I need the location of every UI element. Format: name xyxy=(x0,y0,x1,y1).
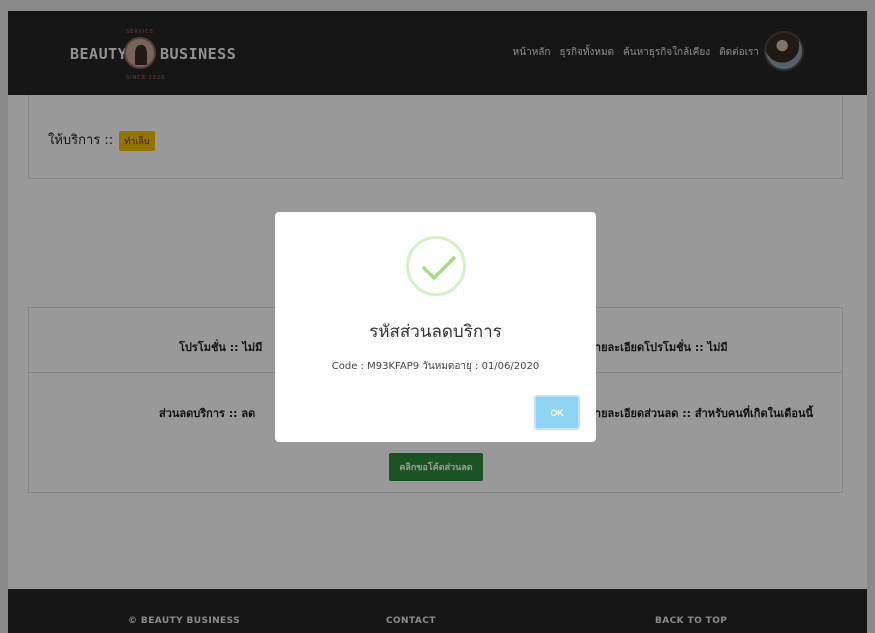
discount-code-dialog: รหัสส่วนลดบริการ Code : M93KFAP9 วันหมดอ… xyxy=(275,212,596,442)
discount-code-text: Code : M93KFAP9 วันหมดอายุ : 01/06/2020 xyxy=(331,361,540,372)
success-check-icon xyxy=(406,236,466,296)
dialog-title: รหัสส่วนลดบริการ xyxy=(369,322,502,342)
ok-button[interactable]: OK xyxy=(534,395,580,430)
